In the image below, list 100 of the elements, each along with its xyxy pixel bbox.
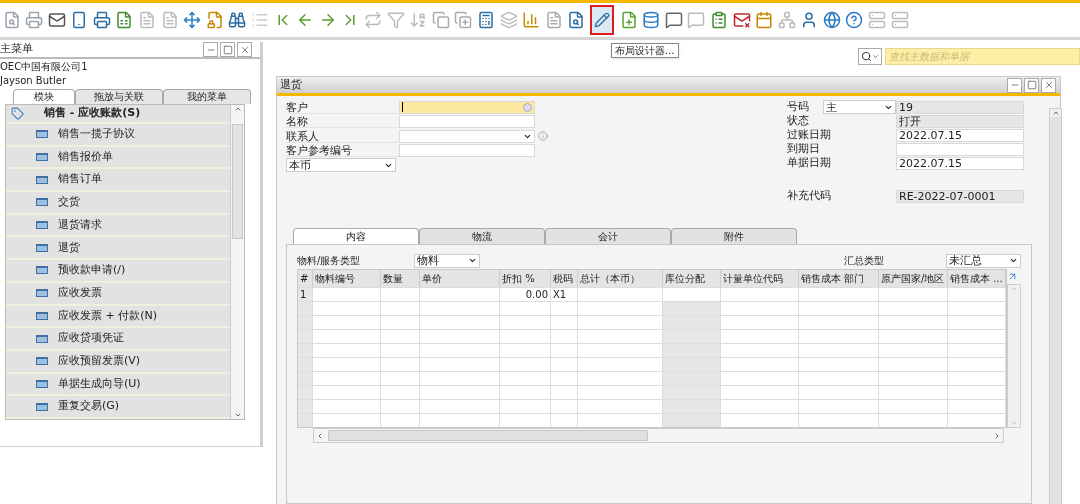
- menu-item-label: 预收款申请(/): [58, 262, 126, 279]
- column-header[interactable]: 销售成本 部门: [799, 270, 879, 287]
- column-header[interactable]: 税码: [551, 270, 578, 287]
- window-scrollbar[interactable]: [1049, 108, 1062, 504]
- summary-type-dropdown[interactable]: 未汇总: [946, 253, 1021, 268]
- window-icon: [36, 357, 48, 366]
- document-tab[interactable]: 附件: [671, 228, 797, 244]
- menu-item[interactable]: 预收款申请(/): [6, 260, 230, 283]
- menu-item[interactable]: 销售报价单: [6, 146, 230, 170]
- search-menu-button[interactable]: [858, 47, 882, 65]
- calendar-icon[interactable]: [753, 9, 775, 31]
- maximize-button[interactable]: [1024, 77, 1039, 93]
- menu-item[interactable]: 销售订单: [6, 169, 230, 193]
- field-label: 号码: [787, 98, 810, 115]
- move-icon[interactable]: [181, 9, 203, 31]
- module-title: 销售 - 应收账款(S): [44, 105, 141, 122]
- scrollbar-thumb[interactable]: [1050, 117, 1061, 504]
- tag-icon: [11, 107, 24, 120]
- column-header[interactable]: 单价: [420, 270, 500, 287]
- window-icon: [36, 334, 48, 343]
- column-header[interactable]: 折扣 %: [500, 270, 551, 287]
- menu-item[interactable]: 应收发票 + 付款(N): [6, 305, 230, 329]
- input-field[interactable]: [896, 142, 1024, 156]
- minimize-button[interactable]: [203, 42, 218, 57]
- input-field[interactable]: 2022.07.15: [896, 156, 1024, 170]
- menu-item[interactable]: 单据生成向导(U): [6, 373, 230, 397]
- field-label: 到期日: [787, 140, 821, 157]
- grid-scrollbar[interactable]: [1007, 284, 1021, 428]
- horizontal-scrollbar[interactable]: [313, 428, 1004, 443]
- window-icon: [36, 311, 48, 320]
- server-icon[interactable]: [866, 9, 888, 31]
- lookup-icon: [523, 102, 532, 112]
- scroll-up-icon: [233, 105, 242, 113]
- window-title: 退货: [280, 76, 302, 93]
- input-field[interactable]: 打开: [896, 114, 1024, 128]
- pencil-icon[interactable]: [590, 5, 615, 35]
- menu-tab[interactable]: 拖放与关联: [75, 89, 163, 104]
- input-field[interactable]: 2022.07.15: [896, 128, 1024, 142]
- close-button[interactable]: [237, 42, 252, 57]
- help-icon[interactable]: [843, 9, 865, 31]
- column-header[interactable]: 数量: [381, 270, 420, 287]
- menu-item-label: 应收发票: [58, 284, 102, 301]
- minimize-button[interactable]: [1007, 77, 1022, 93]
- input-field[interactable]: [399, 129, 535, 143]
- input-field[interactable]: RE-2022-07-0001: [896, 189, 1024, 203]
- caret-icon: [872, 52, 879, 60]
- server-settings-icon[interactable]: [889, 9, 911, 31]
- table-cell: 1: [298, 288, 313, 301]
- field-label: 状态: [787, 112, 810, 129]
- column-header[interactable]: 原产国家/地区: [879, 270, 948, 287]
- window-icon: [36, 130, 48, 139]
- copy-to-icon[interactable]: [452, 9, 474, 31]
- scrollbar-thumb[interactable]: [232, 123, 243, 239]
- column-header[interactable]: 计量单位代码: [721, 270, 799, 287]
- item-type-dropdown[interactable]: 物料: [414, 253, 480, 268]
- column-header[interactable]: 销售成本 ...: [948, 270, 1006, 287]
- menu-item[interactable]: 销售一揽子协议: [6, 124, 230, 147]
- menu-item-label: 退货: [58, 239, 80, 256]
- menu-tab[interactable]: 我的菜单: [163, 89, 251, 104]
- caret-icon: [1009, 256, 1018, 265]
- company-name: OEC中国有限公司1: [0, 60, 89, 74]
- document-tab[interactable]: 物流: [419, 228, 545, 244]
- document-tab[interactable]: 内容: [293, 228, 419, 244]
- fax-icon[interactable]: [91, 9, 113, 31]
- field-label: 汇总类型: [844, 254, 885, 268]
- scrollbar[interactable]: [230, 105, 244, 419]
- table-cell: X1: [551, 288, 578, 301]
- scrollbar-thumb[interactable]: [328, 430, 648, 441]
- repeat-icon[interactable]: [362, 9, 384, 31]
- copy-icon[interactable]: [430, 9, 452, 31]
- input-field[interactable]: [399, 100, 535, 114]
- field-label: 客户参考编号: [286, 144, 399, 157]
- scroll-left-icon: [316, 431, 324, 440]
- globe-icon[interactable]: [821, 9, 843, 31]
- menu-item-label: 销售订单: [58, 171, 102, 188]
- column-header[interactable]: 总计（本币）: [578, 270, 663, 287]
- menu-item[interactable]: 应收发票: [6, 282, 230, 306]
- document-tab[interactable]: 会计: [545, 228, 671, 244]
- currency-dropdown[interactable]: 本币: [286, 158, 396, 172]
- close-button[interactable]: [1041, 77, 1056, 93]
- menu-tab[interactable]: 模块: [13, 89, 75, 104]
- series-dropdown[interactable]: 主: [823, 100, 896, 114]
- menu-item[interactable]: 退货: [6, 237, 230, 261]
- input-field[interactable]: [399, 115, 535, 128]
- column-header[interactable]: 物料编号: [313, 270, 381, 287]
- maximize-button[interactable]: [220, 42, 235, 57]
- menu-item-label: 单据生成向导(U): [58, 375, 141, 392]
- number-field[interactable]: 19: [896, 100, 1024, 114]
- menu-item-label: 应收预留发票(V): [58, 352, 141, 369]
- module-header[interactable]: 销售 - 应收账款(S): [6, 105, 230, 124]
- panel-title: 主菜单: [0, 41, 33, 58]
- menu-item[interactable]: 应收贷项凭证: [6, 328, 230, 351]
- menu-item[interactable]: 退货请求: [6, 214, 230, 238]
- menu-item-label: 重复交易(G): [58, 398, 120, 415]
- maximize-icon: [222, 44, 233, 55]
- menu-item[interactable]: 应收预留发票(V): [6, 350, 230, 374]
- menu-item[interactable]: 交货: [6, 192, 230, 215]
- field-label: 过账日期: [787, 126, 832, 143]
- input-field[interactable]: [399, 144, 535, 157]
- menu-item[interactable]: 重复交易(G): [6, 396, 230, 419]
